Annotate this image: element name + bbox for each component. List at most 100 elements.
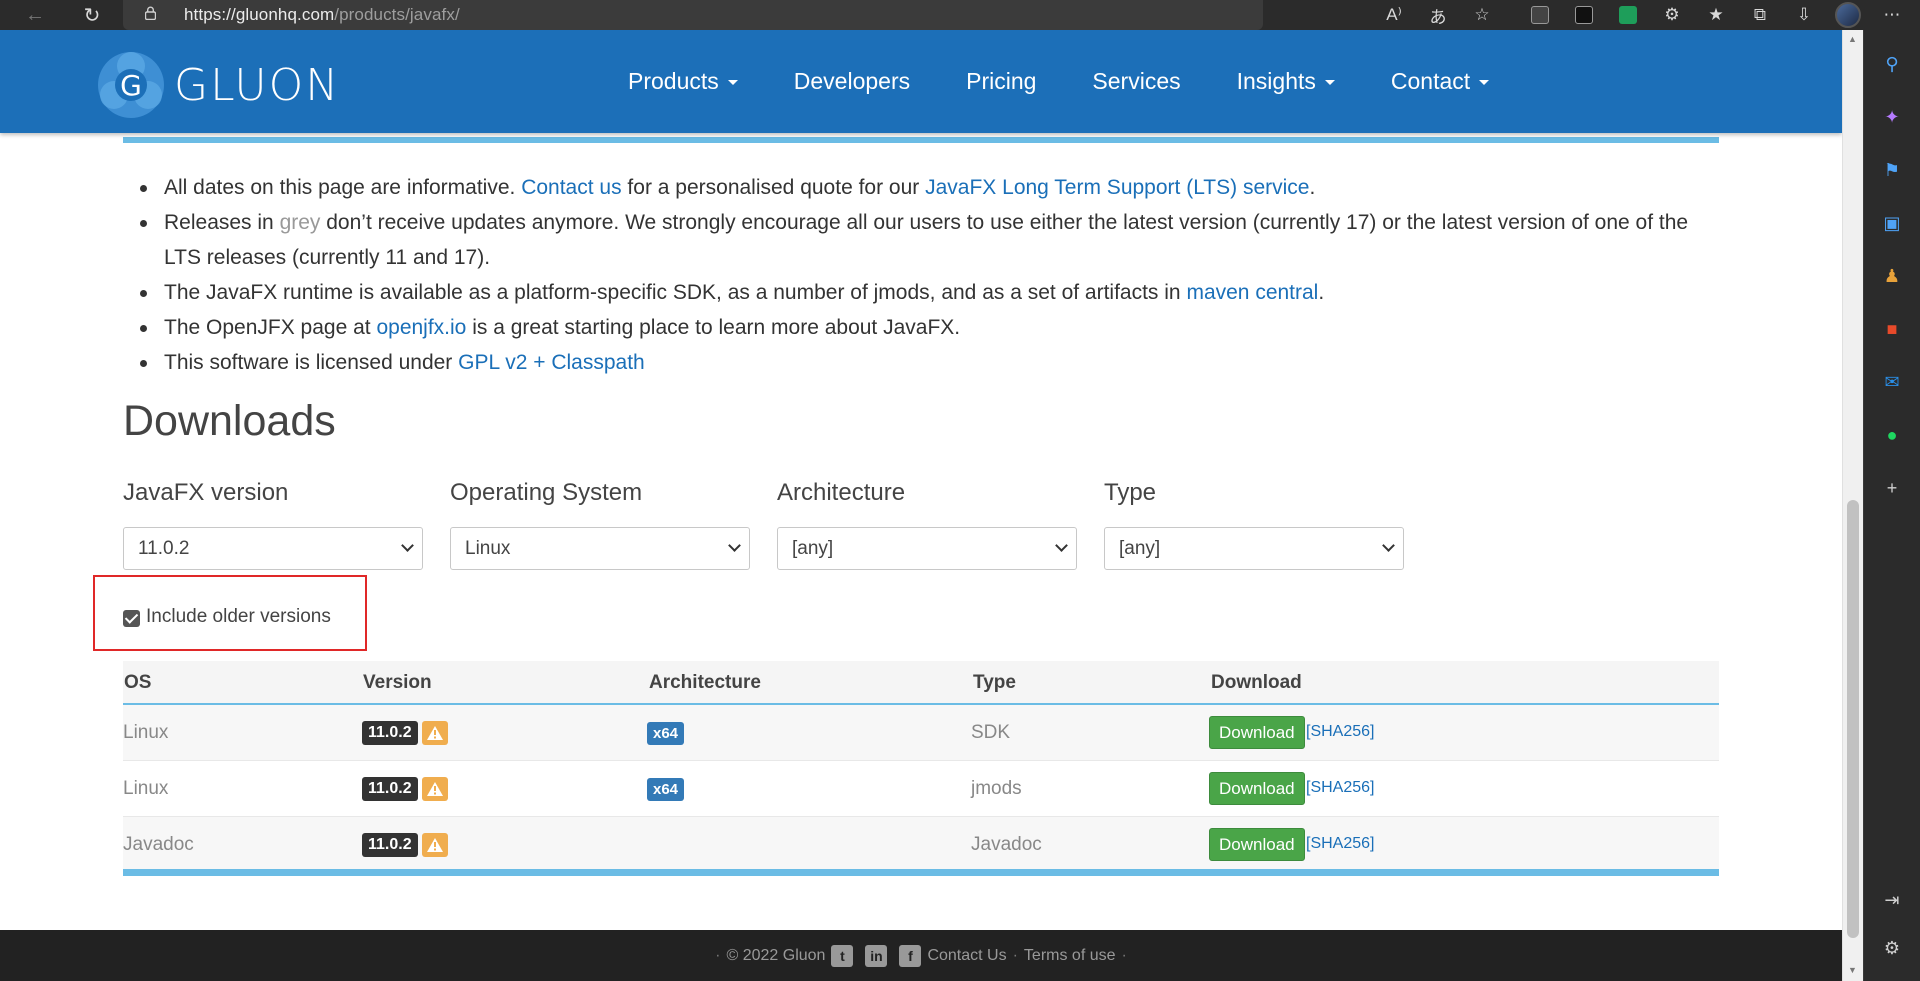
- favorites-icon[interactable]: ★: [1694, 0, 1738, 30]
- cell-os: Javadoc: [123, 834, 194, 855]
- sidebar-collapse-icon[interactable]: ⇥: [1880, 888, 1904, 912]
- twitter-icon[interactable]: t: [831, 944, 854, 967]
- site-footer: · © 2022 Gluon t in f Contact Us · Terms…: [0, 930, 1842, 981]
- cell-os: Linux: [123, 722, 169, 743]
- bullet-dates: All dates on this page are informative. …: [135, 170, 1725, 205]
- download-button[interactable]: Download: [1209, 828, 1305, 861]
- include-older-checkbox[interactable]: [123, 610, 140, 627]
- bullet-license: This software is licensed under GPL v2 +…: [135, 345, 1725, 380]
- add-icon[interactable]: +: [1880, 476, 1904, 500]
- page-scrollbar[interactable]: ▲ ▼: [1842, 30, 1863, 981]
- filter-label: Type: [1104, 479, 1157, 506]
- read-aloud-icon[interactable]: A⁾: [1372, 0, 1416, 30]
- url-text: https://gluonhq.com/products/javafx/: [184, 5, 460, 24]
- filter-label: Operating System: [450, 479, 643, 506]
- spotify-icon[interactable]: ●: [1880, 423, 1904, 447]
- shopping-tag-icon[interactable]: ⚑: [1880, 158, 1904, 182]
- type-select[interactable]: [any]: [1104, 527, 1404, 570]
- gluon-logo[interactable]: G GLUON: [96, 50, 340, 120]
- search-icon[interactable]: ⚲: [1880, 52, 1904, 76]
- browser-sidebar: ⚲ ✦ ⚑ ▣ ♟ ■ ✉ ● + ⇥ ⚙: [1863, 30, 1920, 981]
- gluon-logo-icon: G: [98, 52, 164, 118]
- tools-icon[interactable]: ▣: [1880, 211, 1904, 235]
- svg-text:G: G: [120, 69, 142, 102]
- downloads-icon[interactable]: ⇩: [1782, 0, 1826, 30]
- address-bar[interactable]: https://gluonhq.com/products/javafx/: [123, 0, 1263, 30]
- back-icon[interactable]: ←: [20, 0, 50, 30]
- download-button[interactable]: Download: [1209, 716, 1305, 749]
- scroll-up-arrow-icon[interactable]: ▲: [1848, 34, 1857, 44]
- terms-of-use-link[interactable]: Terms of use: [1024, 947, 1116, 965]
- divider-line: [123, 869, 1719, 876]
- architecture-badge: x64: [647, 778, 685, 801]
- filter-label: JavaFX version: [123, 479, 289, 506]
- nav-services[interactable]: Services: [1092, 68, 1180, 95]
- maven-central-link[interactable]: maven central: [1186, 281, 1318, 304]
- openjfx-link[interactable]: openjfx.io: [376, 316, 466, 339]
- sha256-link[interactable]: [SHA256]: [1306, 835, 1374, 853]
- bullet-releases: Releases in grey don’t receive updates a…: [135, 205, 1725, 275]
- site-navbar: G GLUON Products Developers Pricing Serv…: [0, 30, 1842, 133]
- extension-icon[interactable]: [1518, 0, 1562, 30]
- architecture-select[interactable]: [any]: [777, 527, 1077, 570]
- downloads-heading: Downloads: [123, 397, 336, 445]
- more-menu-icon[interactable]: ⋯: [1870, 0, 1914, 30]
- office-icon[interactable]: ■: [1880, 317, 1904, 341]
- warning-icon: [422, 833, 448, 857]
- translate-icon[interactable]: あ: [1416, 0, 1460, 30]
- copyright-text: © 2022 Gluon: [726, 946, 826, 964]
- version-badge: 11.0.2: [362, 777, 418, 801]
- bullet-runtime: The JavaFX runtime is available as a pla…: [135, 275, 1725, 310]
- lock-icon: [145, 6, 156, 20]
- scrollbar-thumb[interactable]: [1847, 500, 1859, 938]
- contact-us-footer-link[interactable]: Contact Us: [927, 947, 1006, 965]
- download-button[interactable]: Download: [1209, 772, 1305, 805]
- sha256-link[interactable]: [SHA256]: [1306, 779, 1374, 797]
- extension-icon[interactable]: [1606, 0, 1650, 30]
- facebook-icon[interactable]: f: [899, 944, 922, 967]
- logo-text: GLUON: [174, 59, 341, 111]
- version-select[interactable]: 11.0.2: [123, 527, 423, 570]
- copilot-icon[interactable]: ✦: [1880, 105, 1904, 129]
- contact-us-link[interactable]: Contact us: [521, 176, 621, 199]
- chevron-down-icon: [1055, 539, 1068, 552]
- caret-down-icon: [727, 80, 738, 85]
- type-filter: Type [any]: [1104, 479, 1404, 570]
- extensions-puzzle-icon[interactable]: ⚙: [1650, 0, 1694, 30]
- header-architecture: Architecture: [649, 672, 761, 693]
- include-older-versions-toggle[interactable]: Include older versions: [123, 606, 331, 628]
- outlook-icon[interactable]: ✉: [1880, 370, 1904, 394]
- architecture-badge: x64: [647, 722, 685, 745]
- header-os: OS: [124, 672, 152, 693]
- nav-products[interactable]: Products: [628, 68, 738, 95]
- scroll-down-arrow-icon[interactable]: ▼: [1848, 965, 1857, 975]
- games-icon[interactable]: ♟: [1880, 264, 1904, 288]
- settings-gear-icon[interactable]: ⚙: [1880, 936, 1904, 960]
- cell-type: jmods: [971, 778, 1022, 799]
- lts-service-link[interactable]: JavaFX Long Term Support (LTS) service: [925, 176, 1309, 199]
- header-type: Type: [973, 672, 1016, 693]
- nav-insights[interactable]: Insights: [1237, 68, 1335, 95]
- extension-icon[interactable]: [1562, 0, 1606, 30]
- collections-icon[interactable]: ⧉: [1738, 0, 1782, 30]
- warning-icon: [422, 721, 448, 745]
- web-page: G GLUON Products Developers Pricing Serv…: [0, 30, 1842, 981]
- header-download: Download: [1211, 672, 1302, 693]
- profile-avatar[interactable]: [1826, 0, 1870, 30]
- cell-type: SDK: [971, 722, 1011, 743]
- info-bullets: All dates on this page are informative. …: [135, 170, 1725, 380]
- license-link[interactable]: GPL v2 + Classpath: [458, 351, 645, 374]
- version-filter: JavaFX version 11.0.2: [123, 479, 423, 570]
- linkedin-icon[interactable]: in: [865, 944, 888, 967]
- separator-dot: ·: [1121, 946, 1127, 964]
- nav-pricing[interactable]: Pricing: [966, 68, 1036, 95]
- os-select[interactable]: Linux: [450, 527, 750, 570]
- nav-developers[interactable]: Developers: [794, 68, 910, 95]
- sha256-link[interactable]: [SHA256]: [1306, 723, 1374, 741]
- nav-contact[interactable]: Contact: [1391, 68, 1490, 95]
- caret-down-icon: [1479, 80, 1490, 85]
- add-favorite-icon[interactable]: ☆: [1460, 0, 1504, 30]
- chevron-down-icon: [728, 539, 741, 552]
- chevron-down-icon: [401, 539, 414, 552]
- refresh-icon[interactable]: ↻: [77, 0, 107, 30]
